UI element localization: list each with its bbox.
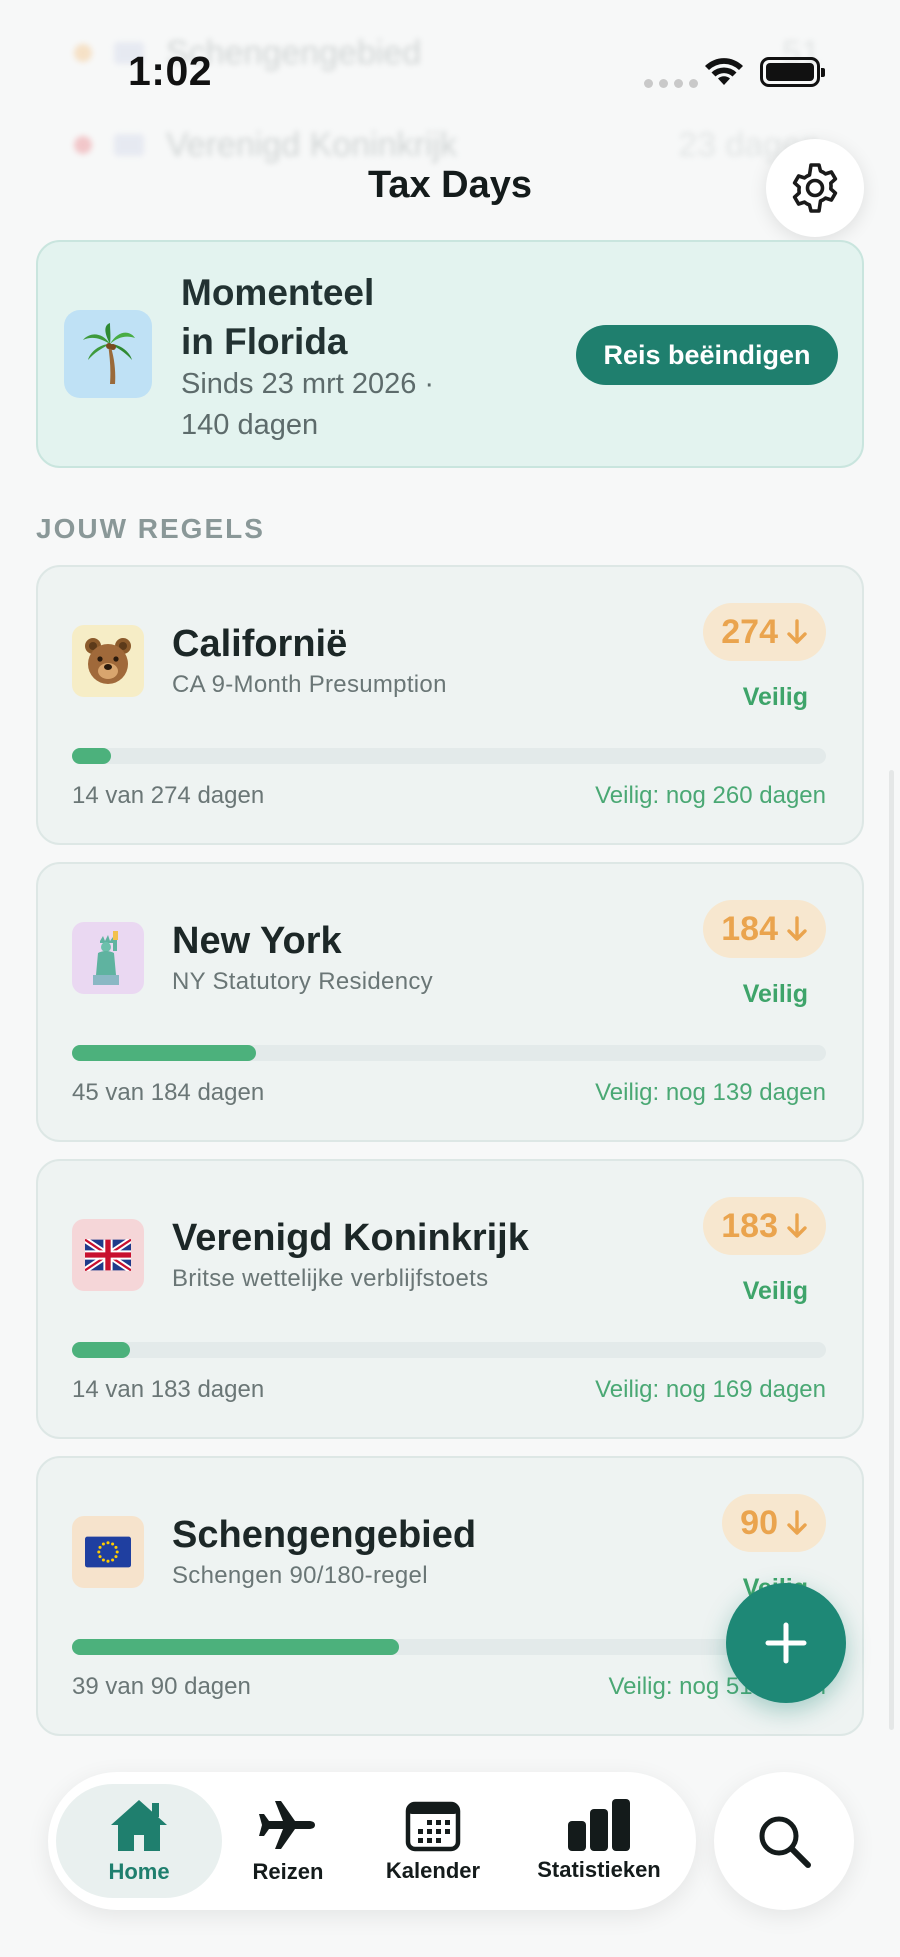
rule-description: CA 9-Month Presumption — [172, 671, 447, 698]
rule-icon — [72, 1219, 144, 1291]
current-location-icon — [64, 310, 152, 398]
days-remaining: Veilig: nog 169 dagen — [595, 1376, 826, 1403]
tab-label: Reizen — [252, 1859, 324, 1884]
tab-label: Home — [108, 1859, 170, 1884]
limit-value: 274 — [721, 612, 778, 651]
scrollbar[interactable] — [889, 770, 894, 1730]
calendar-icon — [405, 1801, 461, 1852]
tab-bar: Home Reizen Kalender Statistieken — [48, 1772, 696, 1910]
rule-description: NY Statutory Residency — [172, 968, 433, 995]
rule-card-united-kingdom[interactable]: Verenigd Koninkrijk Britse wettelijke ve… — [36, 1159, 864, 1439]
rule-card-california[interactable]: Californië CA 9-Month Presumption 274 Ve… — [36, 565, 864, 845]
wifi-icon — [705, 58, 743, 85]
end-trip-button[interactable]: Reis beëindigen — [576, 325, 838, 385]
airplane-icon — [259, 1801, 315, 1849]
status-badge: Veilig — [742, 980, 808, 1008]
palm-tree-icon — [83, 323, 135, 384]
arrow-down-icon — [787, 1510, 807, 1535]
tab-label: Kalender — [385, 1858, 481, 1883]
arrow-down-icon — [787, 1213, 807, 1238]
progress-bar — [72, 748, 826, 764]
status-bar: 1:02 — [0, 0, 900, 140]
progress-fill — [72, 1045, 257, 1061]
eu-flag-icon — [85, 1536, 131, 1568]
tab-home[interactable]: Home — [56, 1784, 222, 1898]
limit-value: 184 — [721, 909, 778, 948]
section-title: JOUW REGELS — [36, 513, 265, 544]
status-time: 1:02 — [128, 48, 213, 94]
rule-card-schengen[interactable]: Schengengebied Schengen 90/180-regel 90 … — [36, 1456, 864, 1736]
days-used: 39 van 90 dagen — [72, 1673, 251, 1700]
rule-description: Britse wettelijke verblijfstoets — [172, 1265, 489, 1292]
limit-badge: 183 — [703, 1197, 826, 1255]
rule-name: Californië — [172, 623, 348, 665]
rule-card-new-york[interactable]: New York NY Statutory Residency 184 Veil… — [36, 862, 864, 1142]
current-trip-card: Momenteel in Florida Sinds 23 mrt 2026 ·… — [36, 240, 864, 468]
limit-value: 90 — [740, 1503, 778, 1542]
bear-icon — [85, 638, 131, 684]
progress-fill — [72, 1639, 399, 1655]
rule-icon — [72, 922, 144, 994]
uk-flag-icon — [85, 1239, 131, 1271]
limit-badge: 274 — [703, 603, 826, 661]
cellular-signal-icon — [644, 79, 698, 88]
arrow-down-icon — [787, 916, 807, 941]
statue-of-liberty-icon — [93, 931, 119, 985]
tab-label: Statistieken — [537, 1857, 661, 1882]
days-used: 14 van 183 dagen — [72, 1376, 265, 1403]
status-badge: Veilig — [742, 1277, 808, 1305]
days-remaining: Veilig: nog 139 dagen — [595, 1079, 826, 1106]
arrow-down-icon — [787, 619, 807, 644]
tab-trips[interactable]: Reizen — [228, 1784, 348, 1898]
rule-icon — [72, 1516, 144, 1588]
home-icon — [111, 1800, 167, 1851]
days-remaining: Veilig: nog 260 dagen — [595, 782, 826, 809]
rule-description: Schengen 90/180-regel — [172, 1562, 428, 1589]
limit-value: 183 — [721, 1206, 778, 1245]
limit-badge: 184 — [703, 900, 826, 958]
progress-fill — [72, 1342, 130, 1358]
page-title: Tax Days — [367, 164, 533, 206]
current-trip-subtitle: Sinds 23 mrt 2026 · 140 dagen — [181, 368, 435, 441]
gear-icon — [792, 163, 838, 213]
progress-bar — [72, 1342, 826, 1358]
rule-name: Schengengebied — [172, 1514, 477, 1556]
plus-icon — [765, 1622, 807, 1664]
progress-bar — [72, 1045, 826, 1061]
limit-badge: 90 — [722, 1494, 826, 1552]
search-icon — [759, 1816, 811, 1868]
rule-icon — [72, 625, 144, 697]
status-badge: Veilig — [742, 683, 808, 711]
add-trip-button[interactable] — [726, 1583, 846, 1703]
progress-fill — [72, 748, 111, 764]
settings-button[interactable] — [766, 139, 864, 237]
tab-statistics[interactable]: Statistieken — [514, 1784, 684, 1898]
search-button[interactable] — [714, 1772, 854, 1910]
days-used: 14 van 274 dagen — [72, 782, 265, 809]
rule-name: Verenigd Koninkrijk — [172, 1217, 529, 1259]
current-trip-title: Momenteel in Florida — [181, 272, 375, 362]
rule-name: New York — [172, 920, 342, 962]
tab-calendar[interactable]: Kalender — [358, 1784, 508, 1898]
battery-icon — [760, 57, 825, 87]
progress-bar — [72, 1639, 826, 1655]
days-used: 45 van 184 dagen — [72, 1079, 265, 1106]
bar-chart-icon — [568, 1799, 630, 1851]
